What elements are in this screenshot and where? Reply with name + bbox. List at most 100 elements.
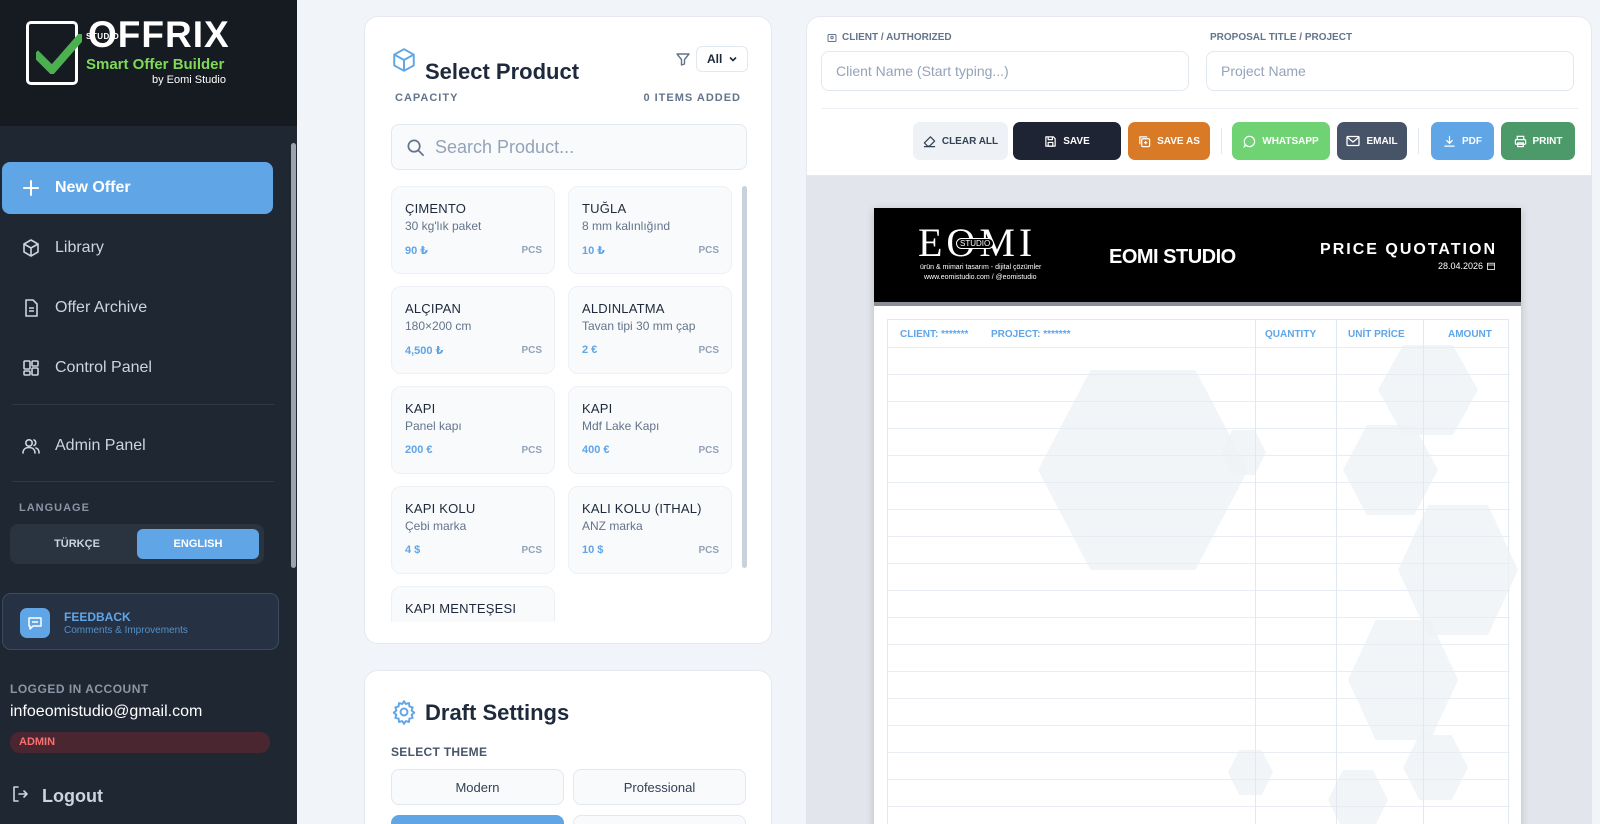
- theme-option-button[interactable]: [391, 815, 564, 824]
- product-name: KAPI: [405, 401, 436, 416]
- document-header-bar: [874, 302, 1521, 306]
- product-item[interactable]: KALI KOLU (ITHAL) ANZ marka 10 $ PCS: [568, 486, 732, 574]
- lang-english-button[interactable]: ENGLISH: [137, 529, 259, 559]
- product-unit: PCS: [521, 545, 542, 556]
- product-desc: 180×200 cm: [405, 319, 472, 333]
- account-title: LOGGED IN ACCOUNT: [10, 682, 149, 696]
- eraser-icon: [923, 135, 936, 148]
- filter-select[interactable]: All: [696, 46, 748, 72]
- project-field[interactable]: [1206, 51, 1574, 91]
- id-card-icon: [827, 33, 837, 42]
- product-desc: 30 kg'lık paket: [405, 219, 482, 233]
- product-item[interactable]: ÇIMENTO 30 kg'lık paket 90 ₺ PCS: [391, 186, 555, 274]
- lang-turkish-button[interactable]: TÜRKÇE: [16, 529, 138, 559]
- search-icon: [407, 139, 424, 156]
- role-badge: ADMIN: [10, 732, 270, 753]
- theme-professional-button[interactable]: Professional: [573, 769, 746, 805]
- table-row-line: [888, 752, 1510, 753]
- search-input[interactable]: [435, 125, 735, 169]
- draft-settings-title: Draft Settings: [425, 700, 570, 725]
- document-header: EOMI STUDIO ürün & mimari tasarım - diji…: [874, 208, 1521, 302]
- product-unit: PCS: [521, 345, 542, 356]
- clear-all-label: CLEAR ALL: [941, 135, 999, 147]
- hexagon-pattern: [1228, 750, 1273, 795]
- product-item[interactable]: ALÇIPAN 180×200 cm 4,500 ₺ PCS: [391, 286, 555, 374]
- document-date[interactable]: 28.04.2026: [1438, 261, 1495, 271]
- product-item[interactable]: KAPI KOLU Çebi marka 4 $ PCS: [391, 486, 555, 574]
- product-unit: PCS: [698, 345, 719, 356]
- table-row-line: [888, 347, 1510, 348]
- nav-library-label: Library: [55, 239, 104, 256]
- save-as-button[interactable]: SAVE AS: [1128, 122, 1210, 160]
- print-button[interactable]: PRINT: [1501, 122, 1575, 160]
- nav-library[interactable]: Library: [2, 222, 273, 274]
- clear-all-button[interactable]: CLEAR ALL: [913, 122, 1008, 160]
- table-row-line: [888, 509, 1510, 510]
- nav-admin-panel[interactable]: Admin Panel: [2, 420, 273, 472]
- sidebar-divider: [12, 481, 274, 482]
- document-title: PRICE QUOTATION: [1320, 241, 1497, 258]
- pdf-label: PDF: [1462, 135, 1482, 147]
- product-price: 10 $: [582, 544, 604, 556]
- product-price: 2 €: [582, 344, 598, 356]
- table-row-line: [888, 698, 1510, 699]
- table-row-line: [888, 617, 1510, 618]
- feedback-button[interactable]: FEEDBACK Comments & Improvements: [2, 593, 279, 650]
- plus-icon: [20, 177, 42, 199]
- product-list: ÇIMENTO 30 kg'lık paket 90 ₺ PCS TUĞLA 8…: [391, 186, 737, 622]
- product-unit: PCS: [698, 245, 719, 256]
- pdf-button[interactable]: PDF: [1431, 122, 1494, 160]
- product-price: 4 $: [405, 544, 421, 556]
- product-name: KALI KOLU (ITHAL): [582, 501, 702, 516]
- client-field[interactable]: [821, 51, 1189, 91]
- nav-control-panel-label: Control Panel: [55, 359, 152, 376]
- nav-offer-archive[interactable]: Offer Archive: [2, 282, 273, 334]
- logout-button[interactable]: Logout: [10, 784, 103, 809]
- whatsapp-icon: [1243, 135, 1256, 148]
- theme-option-button[interactable]: [573, 815, 746, 824]
- product-item[interactable]: KAPI Mdf Lake Kapı 400 € PCS: [568, 386, 732, 474]
- project-label: PROPOSAL TITLE / PROJECT: [1210, 32, 1353, 43]
- document-logo-studio: STUDIO: [956, 238, 995, 249]
- download-icon: [1443, 135, 1456, 148]
- product-item[interactable]: TUĞLA 8 mm kalınlığınd 10 ₺ PCS: [568, 186, 732, 274]
- table-column-line: [1336, 320, 1337, 824]
- product-list-scrollbar[interactable]: [742, 186, 747, 568]
- nav-control-panel[interactable]: Control Panel: [2, 342, 273, 394]
- filter-value: All: [707, 52, 723, 66]
- project-input[interactable]: [1207, 52, 1573, 90]
- client-input[interactable]: [822, 52, 1188, 90]
- product-price: 90 ₺: [405, 245, 428, 257]
- document-company: EOMI STUDIO: [1109, 246, 1236, 268]
- language-title: LANGUAGE: [19, 502, 90, 514]
- product-search[interactable]: [391, 124, 747, 170]
- email-button[interactable]: EMAIL: [1337, 122, 1407, 160]
- sidebar-scrollbar[interactable]: [291, 143, 296, 568]
- whatsapp-button[interactable]: WHATSAPP: [1232, 122, 1330, 160]
- nav-offer-archive-label: Offer Archive: [55, 299, 148, 316]
- table-row-line: [888, 455, 1510, 456]
- nav-new-offer[interactable]: New Offer: [2, 162, 273, 214]
- table-column-line: [1255, 320, 1256, 824]
- save-label: SAVE: [1063, 135, 1090, 147]
- hexagon-pattern: [1398, 505, 1518, 635]
- product-price: 10 ₺: [582, 245, 605, 257]
- product-desc: Mdf Lake Kapı: [582, 419, 660, 433]
- draft-settings-card: Draft Settings SELECT THEME Modern Profe…: [364, 670, 772, 824]
- document-logo-tagline: ürün & mimari tasarım - dijital çözümler: [920, 264, 1042, 271]
- product-item[interactable]: ALDINLATMA Tavan tipi 30 mm çap 2 € PCS: [568, 286, 732, 374]
- product-price: 200 €: [405, 444, 433, 456]
- select-product-card: Select Product All CAPACITY 0 ITEMS ADDE…: [364, 16, 772, 644]
- table-header-amount: AMOUNT: [1448, 329, 1492, 340]
- copy-icon: [1138, 135, 1151, 148]
- table-row-line: [888, 779, 1510, 780]
- product-item[interactable]: KAPI MENTEŞESI: [391, 586, 555, 622]
- product-item[interactable]: KAPI Panel kapı 200 € PCS: [391, 386, 555, 474]
- table-row-line: [888, 806, 1510, 807]
- hexagon-pattern: [1348, 620, 1458, 740]
- save-button[interactable]: SAVE: [1013, 122, 1121, 160]
- theme-modern-button[interactable]: Modern: [391, 769, 564, 805]
- filter-icon[interactable]: [675, 51, 691, 67]
- table-row-line: [888, 590, 1510, 591]
- logo-check-icon: [36, 34, 82, 74]
